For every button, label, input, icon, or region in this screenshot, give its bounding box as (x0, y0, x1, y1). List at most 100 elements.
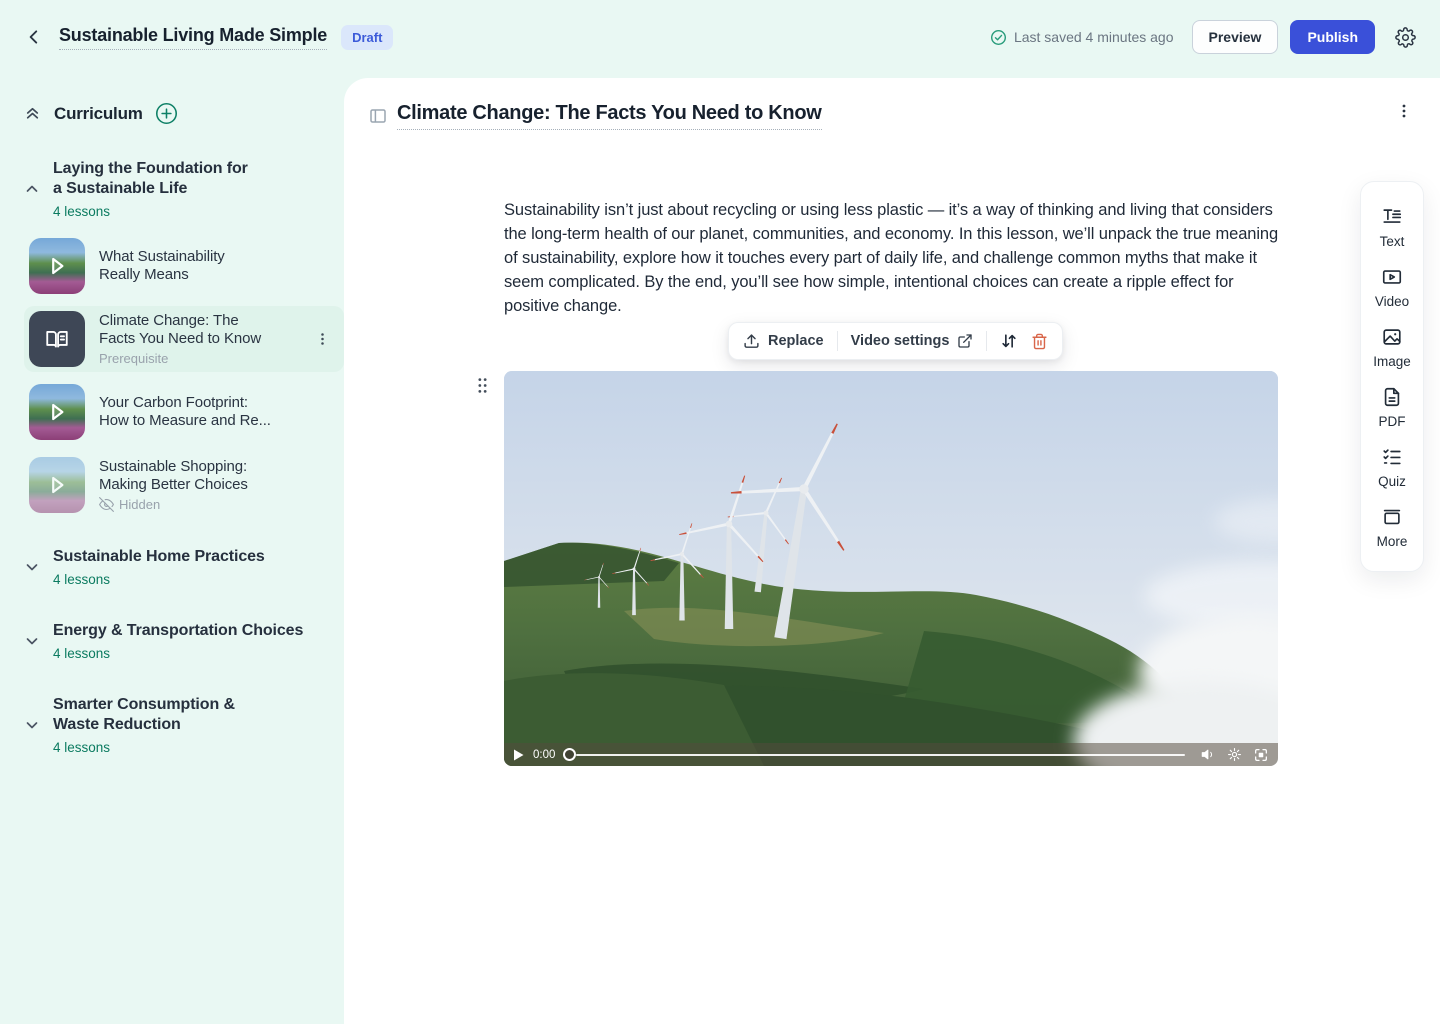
settings-gear-icon[interactable] (1395, 27, 1416, 48)
chevron-down-icon (24, 633, 40, 649)
lesson-editor: Climate Change: The Facts You Need to Kn… (344, 78, 1440, 1024)
lesson-meta: Prerequisite (99, 351, 265, 366)
delete-block-button[interactable] (1031, 333, 1048, 350)
video-timestamp: 0:00 (533, 749, 555, 761)
more-blocks-icon (1381, 506, 1403, 528)
lesson-header: Climate Change: The Facts You Need to Kn… (369, 102, 822, 130)
video-block-icon (1381, 266, 1403, 288)
status-badge: Draft (341, 25, 393, 50)
toolbar-divider (986, 331, 987, 351)
lesson-title-heading[interactable]: Climate Change: The Facts You Need to Kn… (397, 102, 822, 130)
lesson-title: Sustainable Shopping: Making Better Choi… (99, 458, 277, 494)
image-block-icon (1381, 326, 1403, 348)
video-settings-gear-icon[interactable] (1227, 747, 1242, 762)
video-thumbnail (29, 457, 85, 513)
double-chevron-up-icon (24, 105, 41, 122)
insert-more-button[interactable]: More (1377, 506, 1408, 549)
progress-track (576, 754, 1185, 756)
video-block-toolbar: Replace Video settings (728, 322, 1063, 360)
preview-button[interactable]: Preview (1192, 20, 1279, 54)
chevron-left-icon (25, 28, 43, 46)
insert-video-button[interactable]: Video (1375, 266, 1409, 309)
section-title: Laying the Foundation for a Sustainable … (53, 159, 253, 199)
curriculum-section: Sustainable Home Practices 4 lessons (0, 547, 344, 587)
arrows-up-down-icon (1000, 332, 1018, 350)
back-button[interactable] (24, 27, 44, 47)
curriculum-section: Smarter Consumption & Waste Reduction 4 … (0, 695, 344, 755)
section-toggle[interactable]: Smarter Consumption & Waste Reduction 4 … (24, 695, 320, 755)
curriculum-section: Energy & Transportation Choices 4 lesson… (0, 621, 344, 661)
insert-image-button[interactable]: Image (1373, 326, 1411, 369)
lesson-title: What Sustainability Really Means (99, 248, 269, 284)
lesson-hidden-meta: Hidden (99, 497, 277, 512)
lesson-item-hidden[interactable]: Sustainable Shopping: Making Better Choi… (24, 452, 344, 518)
move-block-button[interactable] (1000, 332, 1018, 350)
curriculum-section: Laying the Foundation for a Sustainable … (0, 159, 344, 219)
chevron-down-icon (24, 717, 40, 733)
lesson-title: Climate Change: The Facts You Need to Kn… (99, 312, 265, 348)
section-title: Sustainable Home Practices (53, 547, 265, 567)
topbar: Sustainable Living Made Simple Draft Las… (0, 0, 1440, 74)
last-saved-text: Last saved 4 minutes ago (1014, 29, 1174, 45)
replace-button[interactable]: Replace (743, 333, 824, 350)
add-section-button[interactable] (155, 102, 178, 125)
play-outline-icon (44, 253, 70, 279)
external-link-icon (957, 333, 973, 349)
section-lesson-count: 4 lessons (53, 204, 253, 219)
trash-icon (1031, 333, 1048, 350)
book-open-icon (44, 326, 70, 352)
lesson-options-kebab[interactable] (1396, 103, 1412, 119)
collapse-all-button[interactable] (24, 105, 41, 122)
lesson-item[interactable]: Your Carbon Footprint: How to Measure an… (24, 379, 344, 445)
insert-text-button[interactable]: Text (1380, 206, 1405, 249)
play-outline-icon (44, 472, 70, 498)
chevron-up-icon (24, 181, 40, 197)
insert-pdf-button[interactable]: PDF (1379, 386, 1406, 429)
insert-quiz-button[interactable]: Quiz (1378, 446, 1406, 489)
lesson-body-text[interactable]: Sustainability isn’t just about recyclin… (504, 198, 1280, 318)
curriculum-header: Curriculum (0, 74, 344, 125)
volume-icon[interactable] (1201, 747, 1216, 762)
course-title[interactable]: Sustainable Living Made Simple (59, 25, 327, 50)
publish-button[interactable]: Publish (1290, 20, 1375, 54)
play-outline-icon (44, 399, 70, 425)
section-toggle[interactable]: Laying the Foundation for a Sustainable … (24, 159, 320, 219)
last-saved-status: Last saved 4 minutes ago (990, 29, 1174, 46)
section-lesson-count: 4 lessons (53, 646, 303, 661)
lesson-item-selected[interactable]: Climate Change: The Facts You Need to Kn… (24, 306, 344, 372)
section-toggle[interactable]: Sustainable Home Practices 4 lessons (24, 547, 320, 587)
video-progress-bar[interactable] (563, 743, 1201, 766)
toolbar-divider (837, 331, 838, 351)
fullscreen-icon[interactable] (1253, 747, 1269, 763)
block-drag-handle[interactable] (477, 377, 488, 394)
chevron-down-icon (24, 559, 40, 575)
lesson-item[interactable]: What Sustainability Really Means (24, 233, 344, 299)
insert-block-panel: Text Video Image PDF Quiz More (1360, 181, 1424, 572)
video-player[interactable]: 0:00 (504, 371, 1278, 766)
upload-icon (743, 333, 760, 350)
check-circle-icon (990, 29, 1007, 46)
section-toggle[interactable]: Energy & Transportation Choices 4 lesson… (24, 621, 320, 661)
pdf-block-icon (1381, 386, 1403, 408)
scrubber-handle[interactable] (563, 748, 576, 761)
eye-off-icon (99, 497, 114, 512)
video-controls-bar: 0:00 (504, 743, 1278, 766)
video-settings-button[interactable]: Video settings (851, 333, 974, 349)
video-controls-right (1201, 747, 1269, 763)
plus-circle-icon (155, 102, 178, 125)
lesson-kebab-menu[interactable] (315, 332, 330, 347)
lesson-title: Your Carbon Footprint: How to Measure an… (99, 394, 277, 430)
section-title: Smarter Consumption & Waste Reduction (53, 695, 273, 735)
curriculum-sidebar: Curriculum Laying the Foundation for a S… (0, 74, 344, 1024)
play-button[interactable] (513, 749, 524, 761)
video-thumbnail (29, 238, 85, 294)
quiz-checklist-icon (1381, 446, 1403, 468)
wind-farm-video-frame (504, 371, 1278, 766)
section-title: Energy & Transportation Choices (53, 621, 303, 641)
video-thumbnail (29, 384, 85, 440)
panel-toggle-icon[interactable] (369, 107, 387, 125)
section-lesson-count: 4 lessons (53, 572, 265, 587)
topbar-actions: Last saved 4 minutes ago Preview Publish (990, 20, 1416, 54)
text-block-icon (1381, 206, 1403, 228)
lesson-list: What Sustainability Really Means Climate… (24, 233, 344, 518)
